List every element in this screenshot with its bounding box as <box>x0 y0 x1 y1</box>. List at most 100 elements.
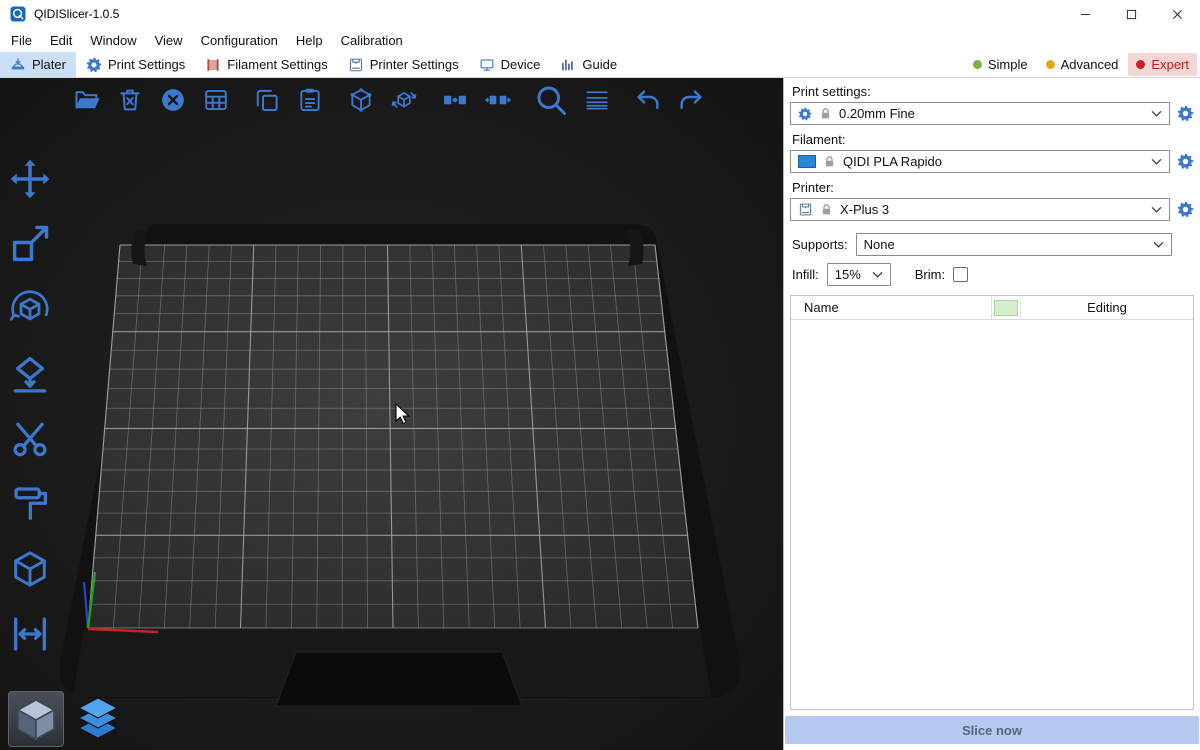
circle-x-icon <box>159 86 187 114</box>
editor-view-button[interactable] <box>8 691 64 747</box>
place-on-face-icon <box>8 352 52 396</box>
guide-bars-icon <box>560 57 576 73</box>
tab-filament-settings[interactable]: Filament Settings <box>195 52 337 77</box>
calipers-button[interactable] <box>7 611 53 657</box>
split-to-parts-button[interactable] <box>483 85 513 115</box>
scale-icon <box>8 222 52 266</box>
menu-calibration[interactable]: Calibration <box>332 30 412 51</box>
arrange-grid-icon <box>202 86 230 114</box>
remove-instance-button[interactable] <box>389 85 419 115</box>
mode-expert[interactable]: Expert <box>1128 53 1197 76</box>
view-toggle <box>8 691 126 747</box>
lock-icon <box>819 202 834 217</box>
arrange-button[interactable] <box>201 85 231 115</box>
place-on-face-button[interactable] <box>7 351 53 397</box>
column-editing: Editing <box>1021 300 1193 315</box>
tabbar: Plater Print Settings Filament Settings … <box>0 52 1200 78</box>
delete-button[interactable] <box>115 85 145 115</box>
mode-simple-label: Simple <box>988 57 1028 72</box>
column-extruder <box>991 296 1021 319</box>
rotate-button[interactable] <box>7 286 53 332</box>
tab-plater[interactable]: Plater <box>0 52 76 77</box>
split-to-objects-button[interactable] <box>440 85 470 115</box>
menu-window[interactable]: Window <box>81 30 145 51</box>
tab-guide-label: Guide <box>582 57 617 72</box>
open-folder-icon <box>73 86 101 114</box>
cube-rotate-icon <box>390 86 418 114</box>
delete-all-button[interactable] <box>158 85 188 115</box>
extruder-chip <box>994 300 1018 316</box>
redo-button[interactable] <box>676 85 706 115</box>
chevron-down-icon <box>1151 206 1162 214</box>
supports-value: None <box>864 237 895 252</box>
open-button[interactable] <box>72 85 102 115</box>
printer-icon <box>348 57 364 73</box>
mode-advanced[interactable]: Advanced <box>1038 53 1127 76</box>
gear-icon <box>798 107 812 121</box>
close-button[interactable] <box>1154 0 1200 28</box>
tab-guide[interactable]: Guide <box>550 52 627 77</box>
filament-combo[interactable]: QIDI PLA Rapido <box>790 150 1170 173</box>
scale-button[interactable] <box>7 221 53 267</box>
printer-combo[interactable]: X-Plus 3 <box>790 198 1170 221</box>
window-controls <box>1062 0 1200 28</box>
tab-printer-settings-label: Printer Settings <box>370 57 459 72</box>
infill-value: 15% <box>835 267 861 282</box>
paste-button[interactable] <box>295 85 325 115</box>
viewport-toolbar <box>72 85 719 115</box>
lock-icon <box>822 154 837 169</box>
measure-button[interactable] <box>7 546 53 592</box>
tab-print-settings[interactable]: Print Settings <box>76 52 195 77</box>
gear-icon <box>1177 153 1194 170</box>
menu-view[interactable]: View <box>146 30 192 51</box>
preview-view-button[interactable] <box>70 691 126 747</box>
brim-checkbox[interactable] <box>953 267 968 282</box>
mode-selector: Simple Advanced Expert <box>965 52 1200 77</box>
minimize-button[interactable] <box>1062 0 1108 28</box>
object-list[interactable]: Name Editing <box>790 295 1194 710</box>
cube-3d-icon <box>12 695 60 743</box>
print-settings-gear-button[interactable] <box>1177 105 1194 122</box>
add-instance-button[interactable] <box>346 85 376 115</box>
chevron-down-icon <box>872 271 883 279</box>
tab-printer-settings[interactable]: Printer Settings <box>338 52 469 77</box>
undo-button[interactable] <box>633 85 663 115</box>
filament-value: QIDI PLA Rapido <box>843 154 942 169</box>
menu-edit[interactable]: Edit <box>41 30 81 51</box>
move-button[interactable] <box>7 156 53 202</box>
print-settings-label: Print settings: <box>792 84 1194 99</box>
tab-device-label: Device <box>501 57 541 72</box>
printer-gear-button[interactable] <box>1177 201 1194 218</box>
menu-configuration[interactable]: Configuration <box>192 30 287 51</box>
gear-icon <box>1177 105 1194 122</box>
variable-layer-height-button[interactable] <box>582 85 612 115</box>
gear-icon <box>1177 201 1194 218</box>
close-icon <box>1172 9 1183 20</box>
maximize-button[interactable] <box>1108 0 1154 28</box>
print-settings-combo[interactable]: 0.20mm Fine <box>790 102 1170 125</box>
manipulation-toolbar <box>7 156 53 657</box>
paint-roller-icon <box>8 482 52 526</box>
infill-combo[interactable]: 15% <box>827 263 891 286</box>
paint-supports-button[interactable] <box>7 481 53 527</box>
plater-icon <box>10 57 26 73</box>
cut-button[interactable] <box>7 416 53 462</box>
app-logo-icon <box>10 6 26 22</box>
titlebar: QIDISlicer-1.0.5 <box>0 0 1200 28</box>
search-button[interactable] <box>534 85 568 115</box>
tab-filament-settings-label: Filament Settings <box>227 57 327 72</box>
supports-combo[interactable]: None <box>856 233 1172 256</box>
copy-button[interactable] <box>252 85 282 115</box>
slice-now-button[interactable]: Slice now <box>785 716 1199 744</box>
build-plate-scene <box>0 78 783 750</box>
menu-help[interactable]: Help <box>287 30 332 51</box>
tab-print-settings-label: Print Settings <box>108 57 185 72</box>
mode-simple[interactable]: Simple <box>965 53 1036 76</box>
filament-gear-button[interactable] <box>1177 153 1194 170</box>
3d-viewport[interactable] <box>0 78 783 750</box>
menu-file[interactable]: File <box>2 30 41 51</box>
object-list-body[interactable] <box>791 320 1193 709</box>
tab-device[interactable]: Device <box>469 52 551 77</box>
mode-expert-label: Expert <box>1151 57 1189 72</box>
advanced-dot-icon <box>1046 60 1055 69</box>
